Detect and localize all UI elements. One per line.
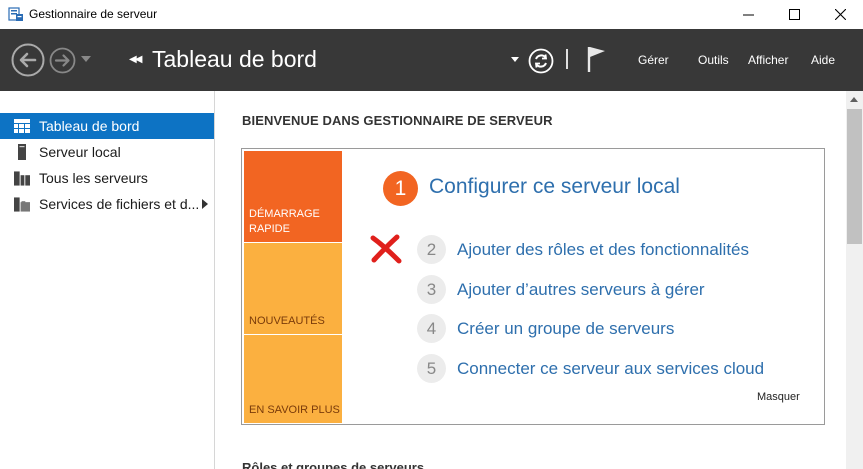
step-number-badge: 4 [417,314,446,343]
navigation-history-dropdown-icon[interactable] [81,56,91,62]
step-number-badge: 1 [383,171,418,206]
tile-demarrage-rapide[interactable]: DÉMARRAGE RAPIDE [244,151,342,242]
tile-nouveautes[interactable]: NOUVEAUTÉS [244,243,342,334]
sidebar-item-services-de-fichiers[interactable]: Services de fichiers et d... [0,191,214,217]
step-link-ajouter-roles[interactable]: Ajouter des rôles et des fonctionnalités [457,240,749,260]
step-link-ajouter-serveurs[interactable]: Ajouter d’autres serveurs à gérer [457,280,705,300]
sidebar-item-label: Tableau de bord [39,118,140,134]
step-number-badge: 2 [417,235,446,264]
server-manager-app-icon [8,7,23,21]
step-number-badge: 5 [417,354,446,383]
maximize-button[interactable] [771,0,817,29]
forward-arrow-icon[interactable] [49,47,76,74]
server-icon [18,144,26,160]
sidebar-item-label: Tous les serveurs [39,170,148,186]
breadcrumb-chevron-icon[interactable]: ◀◀ [129,54,142,65]
tile-en-savoir-plus[interactable]: EN SAVOIR PLUS [244,335,342,423]
refresh-icon[interactable] [528,48,554,74]
header-bar: ◀◀ Tableau de bord Gérer Outils Afficher… [0,29,863,91]
window-title: Gestionnaire de serveur [29,7,158,21]
menu-aide[interactable]: Aide [811,53,835,67]
sidebar-item-tableau-de-bord[interactable]: Tableau de bord [0,113,214,139]
maximize-icon [788,9,800,20]
sidebar: Tableau de bord Serveur local Tous les s… [0,91,215,469]
refresh-dropdown-icon[interactable] [511,57,519,62]
menu-gerer[interactable]: Gérer [638,53,669,67]
welcome-heading: BIENVENUE DANS GESTIONNAIRE DE SERVEUR [242,113,553,128]
notifications-flag-icon[interactable] [586,45,608,73]
roles-heading: Rôles et groupes de serveurs [242,460,425,469]
menu-afficher[interactable]: Afficher [748,53,788,67]
back-arrow-icon[interactable] [11,43,45,77]
expand-arrow-icon[interactable] [202,199,208,209]
scroll-up-icon[interactable] [850,97,858,102]
hide-link[interactable]: Masquer [757,391,800,403]
close-button[interactable] [817,0,863,29]
red-cross-annotation-icon [370,234,402,264]
sidebar-item-label: Serveur local [39,144,121,160]
header-separator [566,49,568,69]
title-bar: Gestionnaire de serveur [0,0,863,29]
minimize-icon [742,14,754,16]
step-link-configurer[interactable]: Configurer ce serveur local [429,175,680,199]
close-icon [834,9,846,20]
scroll-thumb[interactable] [847,109,862,244]
sidebar-item-tous-les-serveurs[interactable]: Tous les serveurs [0,165,214,191]
dashboard-icon [14,119,30,133]
step-number-badge: 3 [417,275,446,304]
vertical-scrollbar[interactable] [846,91,863,469]
minimize-button[interactable] [725,0,771,29]
step-link-connecter-cloud[interactable]: Connecter ce serveur aux services cloud [457,359,764,379]
quick-start-panel: DÉMARRAGE RAPIDE NOUVEAUTÉS EN SAVOIR PL… [241,148,825,425]
file-services-icon [14,196,30,212]
servers-icon [14,170,30,186]
menu-outils[interactable]: Outils [698,53,729,67]
page-title: Tableau de bord [152,46,317,72]
sidebar-item-serveur-local[interactable]: Serveur local [0,139,214,165]
step-link-creer-groupe[interactable]: Créer un groupe de serveurs [457,319,674,339]
sidebar-item-label: Services de fichiers et d... [39,196,200,212]
main-content: BIENVENUE DANS GESTIONNAIRE DE SERVEUR D… [216,91,846,469]
